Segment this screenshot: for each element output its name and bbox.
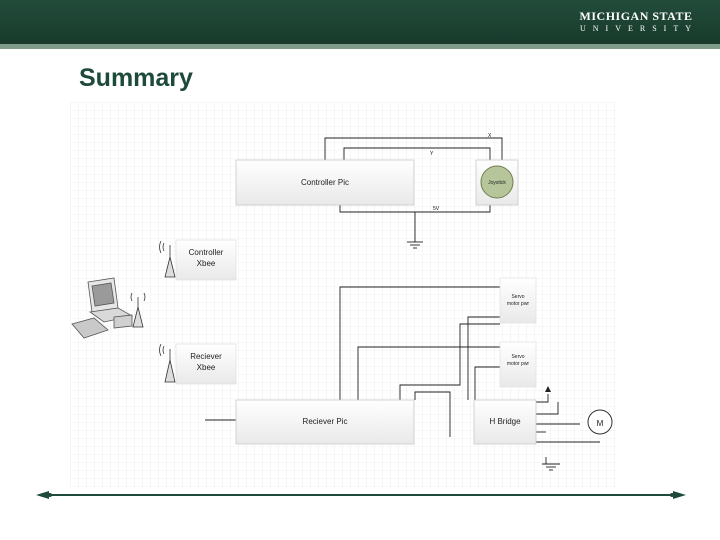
footer-arrow-left-icon (36, 491, 49, 499)
wire-5v-label: 5V (433, 206, 440, 212)
servo1-label-2: motor pwr (507, 301, 530, 307)
joystick-label: Joystick (488, 180, 506, 186)
footer-arrow-right-icon (673, 491, 686, 499)
receiver-xbee-label-1: Reciever (190, 352, 222, 361)
motor-label: M (597, 419, 604, 428)
msu-logo: MICHIGAN STATE UNIVERSITY (574, 10, 698, 35)
receiver-xbee-label-2: Xbee (197, 363, 216, 372)
brand-line2: UNIVERSITY (580, 24, 698, 33)
controller-xbee-label-1: Controller (189, 248, 224, 257)
controller-xbee-label-2: Xbee (197, 259, 216, 268)
brand-line1: MICHIGAN STATE (579, 9, 693, 23)
header-stripe (0, 44, 720, 49)
servo2-label-2: motor pwr (507, 361, 530, 367)
footer-divider (36, 491, 686, 499)
controller-pic-label: Controller Pic (301, 178, 349, 187)
receiver-pic-label: Reciever Pic (303, 417, 348, 426)
header-band: MICHIGAN STATE UNIVERSITY (0, 0, 720, 44)
servo2-label-1: Servo (511, 354, 524, 360)
slide-title: Summary (79, 64, 193, 92)
h-bridge-label: H Bridge (489, 417, 521, 426)
block-diagram: X Y 5V Controller Pic Joystick Controlle… (70, 102, 618, 487)
servo1-label-1: Servo (511, 294, 524, 300)
